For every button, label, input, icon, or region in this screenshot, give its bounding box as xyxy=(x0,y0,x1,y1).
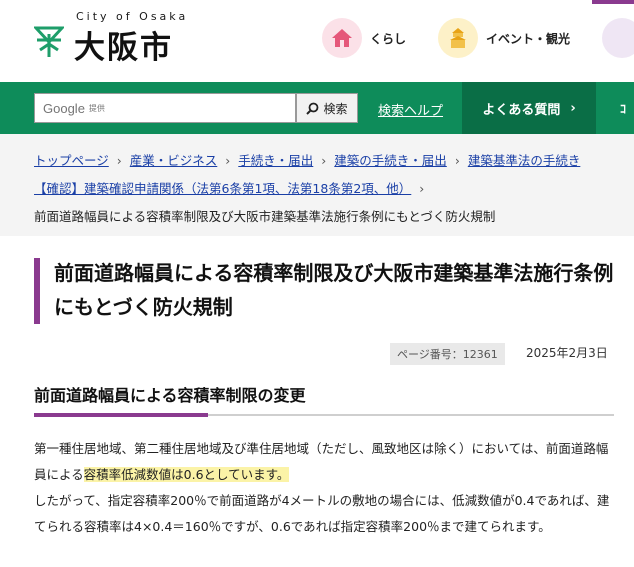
page-title: 前面道路幅員による容積率制限及び大阪市建築基準法施行条例にもとづく防火規制 xyxy=(54,261,614,319)
nav-more-icon xyxy=(602,18,634,58)
breadcrumb-current: 前面道路幅員による容積率制限及び大阪市建築基準法施行条例にもとづく防火規制 xyxy=(34,209,496,224)
search-input[interactable]: Google 提供 xyxy=(34,93,296,123)
faq-button-label: よくある質問 xyxy=(482,102,561,118)
breadcrumb-item[interactable]: トップページ xyxy=(34,153,109,168)
breadcrumb-separator: › xyxy=(321,153,327,168)
breadcrumb-separator: › xyxy=(454,153,460,168)
section-divider-accent xyxy=(34,413,208,417)
castle-icon xyxy=(438,18,478,58)
faq-button[interactable]: よくある質問 › xyxy=(462,82,596,134)
breadcrumb-item[interactable]: 建築基準法の手続き xyxy=(468,153,581,168)
google-brand-text: Google xyxy=(43,100,85,116)
breadcrumb-row-3: 前面道路幅員による容積率制限及び大阪市建築基準法施行条例にもとづく防火規制 xyxy=(34,206,495,225)
breadcrumb-separator: › xyxy=(225,153,231,168)
breadcrumb-row-2: 【確認】建築確認申請関係（法第6条第1項、法第18条第2項、他） › xyxy=(34,178,432,197)
chevron-right-icon: › xyxy=(570,100,576,116)
search-button-label: 検索 xyxy=(323,101,348,116)
nav-item-more[interactable] xyxy=(602,18,634,58)
nav-item-event[interactable]: イベント・観光 xyxy=(438,18,570,58)
city-emblem-icon[interactable] xyxy=(34,24,64,58)
nav-label-kurashi: くらし xyxy=(370,31,407,46)
logo-name-text[interactable]: 大阪市 xyxy=(74,22,173,67)
breadcrumb-item[interactable]: 手続き・届出 xyxy=(238,153,313,168)
site-header: City of Osaka 大阪市 くらし イベント・観光 xyxy=(0,0,634,82)
page-date: 2025年2月3日 xyxy=(526,346,608,360)
breadcrumb-row-1: トップページ › 産業・ビジネス › 手続き・届出 › 建築の手続き・届出 › 建築基準法の手続… xyxy=(34,150,580,169)
nav-item-kurashi[interactable]: くらし xyxy=(322,18,406,58)
breadcrumb-separator: › xyxy=(116,153,122,168)
highlighted-text: 容積率低減数値は0.6としています。 xyxy=(83,467,290,482)
section-body: 第一種住居地域、第二種住居地域及び準住居地域（ただし、風致地区は除く）においては… xyxy=(34,436,616,540)
section-heading: 前面道路幅員による容積率制限の変更 xyxy=(34,386,306,405)
page-number-badge: ページ番号：12361 xyxy=(390,343,505,365)
google-provided-text: 提供 xyxy=(88,103,105,113)
title-accent-bar xyxy=(34,258,40,324)
body-paragraph-1: 第一種住居地域、第二種住居地域及び準住居地域（ただし、風致地区は除く）においては… xyxy=(34,436,616,488)
band-edge-label: ｺ xyxy=(620,102,627,116)
search-button[interactable]: 検索 xyxy=(296,93,358,123)
breadcrumb-item[interactable]: 【確認】建築確認申請関係（法第6条第1項、法第18条第2項、他） xyxy=(34,181,411,196)
nav-label-event: イベント・観光 xyxy=(486,31,571,46)
breadcrumb-separator: › xyxy=(419,181,425,196)
band-edge-item[interactable] xyxy=(596,82,634,134)
body-paragraph-2: したがって、指定容積率200％で前面道路が4メートルの敷地の場合には、低減数値が… xyxy=(34,493,610,534)
breadcrumb-item[interactable]: 産業・ビジネス xyxy=(130,153,218,168)
breadcrumb-item[interactable]: 建築の手続き・届出 xyxy=(334,153,447,168)
search-icon xyxy=(306,102,319,115)
search-band: Google 提供 検索 検索ヘルプ よくある質問 › ｺ xyxy=(0,82,634,134)
header-accent-line xyxy=(592,0,634,4)
breadcrumb: トップページ › 産業・ビジネス › 手続き・届出 › 建築の手続き・届出 › 建築基準法の手続… xyxy=(0,134,634,236)
house-icon xyxy=(322,18,362,58)
search-help-link[interactable]: 検索ヘルプ xyxy=(378,100,443,119)
